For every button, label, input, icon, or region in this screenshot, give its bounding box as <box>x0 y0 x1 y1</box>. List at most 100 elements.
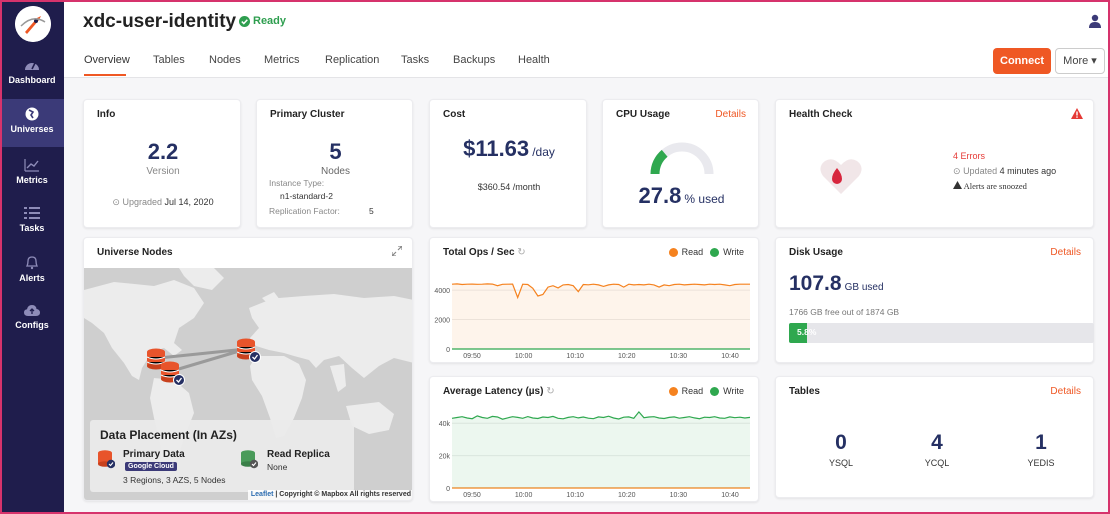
primary-cluster-card: Primary Cluster 5 Nodes Instance Type: n… <box>256 99 413 228</box>
connect-button[interactable]: Connect <box>993 48 1051 74</box>
heart-health-icon <box>820 159 862 194</box>
primary-data-info: 3 Regions, 3 AZS, 5 Nodes <box>123 475 226 485</box>
cpu-unit: % used <box>684 192 725 206</box>
updated-prefix: Updated <box>963 166 998 176</box>
series-area-read <box>452 283 750 349</box>
sidebar-item-metrics[interactable]: Metrics <box>0 158 64 206</box>
version-label: Version <box>146 166 180 177</box>
updated-time: 4 minutes ago <box>999 166 1057 176</box>
tab-tasks[interactable]: Tasks <box>401 54 429 66</box>
cost-day-value: $11.63 <box>463 136 530 161</box>
page-title: xdc-user-identity <box>83 11 237 32</box>
snoozed-text: Alerts are snoozed <box>963 181 1027 191</box>
sidebar-item-universes[interactable]: Universes <box>0 99 64 147</box>
placement-title: Data Placement (In AZs) <box>100 428 237 442</box>
series-area-write <box>452 411 750 488</box>
alerts-snoozed: Alerts are snoozed <box>953 181 1027 191</box>
attribution-text: | Copyright © Mapbox All rights reserved <box>273 491 411 498</box>
sidebar-item-tasks[interactable]: Tasks <box>0 206 64 254</box>
replication-factor-label: Replication Factor: <box>269 206 340 216</box>
tab-replication[interactable]: Replication <box>325 54 379 66</box>
gauge-icon <box>25 62 39 70</box>
ycql-label: YCQL <box>924 458 950 468</box>
main-content: xdc-user-identity Ready Overview Tables … <box>64 0 1110 514</box>
y-tick-label: 0 <box>446 486 450 493</box>
tables-card: Tables Details 0 YSQL 4 YCQL 1 YEDIS <box>775 376 1094 498</box>
more-dropdown-button[interactable]: More ▾ <box>1055 48 1105 74</box>
warning-small-icon <box>953 181 962 189</box>
x-tick-label: 10:20 <box>618 492 636 499</box>
provider-badge: Google Cloud <box>125 462 177 471</box>
app-logo[interactable] <box>15 6 51 42</box>
info-card: Info 2.2 Version ⊙ Upgraded Jul 14, 2020 <box>83 99 241 228</box>
active-tab-indicator <box>84 74 126 76</box>
total-ops-card: Total Ops / Sec ↻ Read Write 0 2000 4000 09… <box>429 237 759 363</box>
primary-data-icon <box>98 450 115 469</box>
nodes-label: Nodes <box>321 166 350 177</box>
warning-icon <box>1071 108 1083 119</box>
disk-percent-label: 5.8% <box>797 327 817 337</box>
tab-overview[interactable]: Overview <box>84 54 130 66</box>
user-icon[interactable] <box>1089 14 1101 31</box>
x-tick-label: 10:10 <box>566 492 584 499</box>
card-title: Cost <box>443 109 466 120</box>
primary-data-title: Primary Data <box>123 449 185 460</box>
ysql-label: YSQL <box>828 458 853 468</box>
cloud-upload-icon <box>24 305 40 316</box>
errors-count[interactable]: 4 Errors <box>953 151 985 161</box>
replication-factor-value: 5 <box>369 206 374 216</box>
disk-used: 107.8 GB used <box>789 272 884 296</box>
cpu-percent: 27.8 <box>638 183 682 208</box>
cost-per-day: $11.63 /day <box>430 136 588 162</box>
map-attribution: Leaflet | Copyright © Mapbox All rights … <box>247 490 412 500</box>
sidebar-item-configs[interactable]: Configs <box>0 304 64 352</box>
leaflet-link[interactable]: Leaflet <box>251 491 274 498</box>
tab-backups[interactable]: Backups <box>453 54 495 66</box>
tab-nodes[interactable]: Nodes <box>209 54 241 66</box>
card-title: Info <box>97 109 116 120</box>
status-badge: Ready <box>239 15 286 27</box>
tab-health[interactable]: Health <box>518 54 550 66</box>
line-chart-icon <box>24 159 39 172</box>
disk-used-value: 107.8 <box>789 272 842 295</box>
upgraded-date: Jul 14, 2020 <box>164 197 214 207</box>
disk-used-unit: GB used <box>844 282 884 293</box>
sidebar: Dashboard Universes Metrics Tasks Alerts… <box>0 0 64 514</box>
latency-card: Average Latency (µs) ↻ Read Write 0 20k 40… <box>429 376 759 502</box>
health-check-card: Health Check 4 Errors ⊙ Updated 4 minute… <box>775 99 1094 228</box>
check-circle-icon <box>239 15 250 27</box>
x-tick-label: 10:10 <box>566 353 584 360</box>
cpu-gauge-fill <box>650 149 668 175</box>
world-map[interactable]: Data Placement (In AZs) Primary Data Goo… <box>84 268 412 500</box>
read-replica-title: Read Replica <box>267 449 330 460</box>
cost-day-unit: /day <box>532 145 555 159</box>
nodes-count: 5 <box>329 139 342 164</box>
disk-free-text: 1766 GB free out of 1874 GB <box>789 307 900 317</box>
status-label: Ready <box>253 15 287 27</box>
universe-header: xdc-user-identity Ready Overview Tables … <box>64 0 1110 78</box>
tab-tables[interactable]: Tables <box>153 54 185 66</box>
disk-details-link[interactable]: Details <box>1050 247 1081 258</box>
cpu-gauge <box>650 142 714 175</box>
instance-type-label: Instance Type: <box>269 178 325 188</box>
y-tick-label: 2000 <box>434 318 450 325</box>
database-node-icon[interactable] <box>160 361 186 387</box>
ycql-count: 4 <box>931 431 943 454</box>
yedis-label: YEDIS <box>1027 458 1055 468</box>
x-tick-label: 10:00 <box>515 492 533 499</box>
latency-chart: 0 20k 40k 09:50 10:00 10:10 10:20 10:30 10:40 <box>439 410 751 499</box>
x-tick-label: 09:50 <box>463 492 481 499</box>
cpu-details-link[interactable]: Details <box>715 109 746 120</box>
tables-details-link[interactable]: Details <box>1050 386 1081 397</box>
globe-icon <box>25 107 39 121</box>
instance-type-value: n1-standard-2 <box>280 191 333 201</box>
database-node-icon[interactable] <box>236 338 262 364</box>
upgraded-prefix: Upgraded <box>122 197 163 207</box>
sidebar-item-alerts[interactable]: Alerts <box>0 255 64 303</box>
y-tick-label: 0 <box>446 347 450 354</box>
x-tick-label: 10:30 <box>670 353 688 360</box>
y-tick-label: 20k <box>439 454 451 461</box>
expand-icon[interactable] <box>392 246 402 256</box>
sidebar-item-label: Metrics <box>16 175 48 185</box>
tab-metrics[interactable]: Metrics <box>264 54 299 66</box>
